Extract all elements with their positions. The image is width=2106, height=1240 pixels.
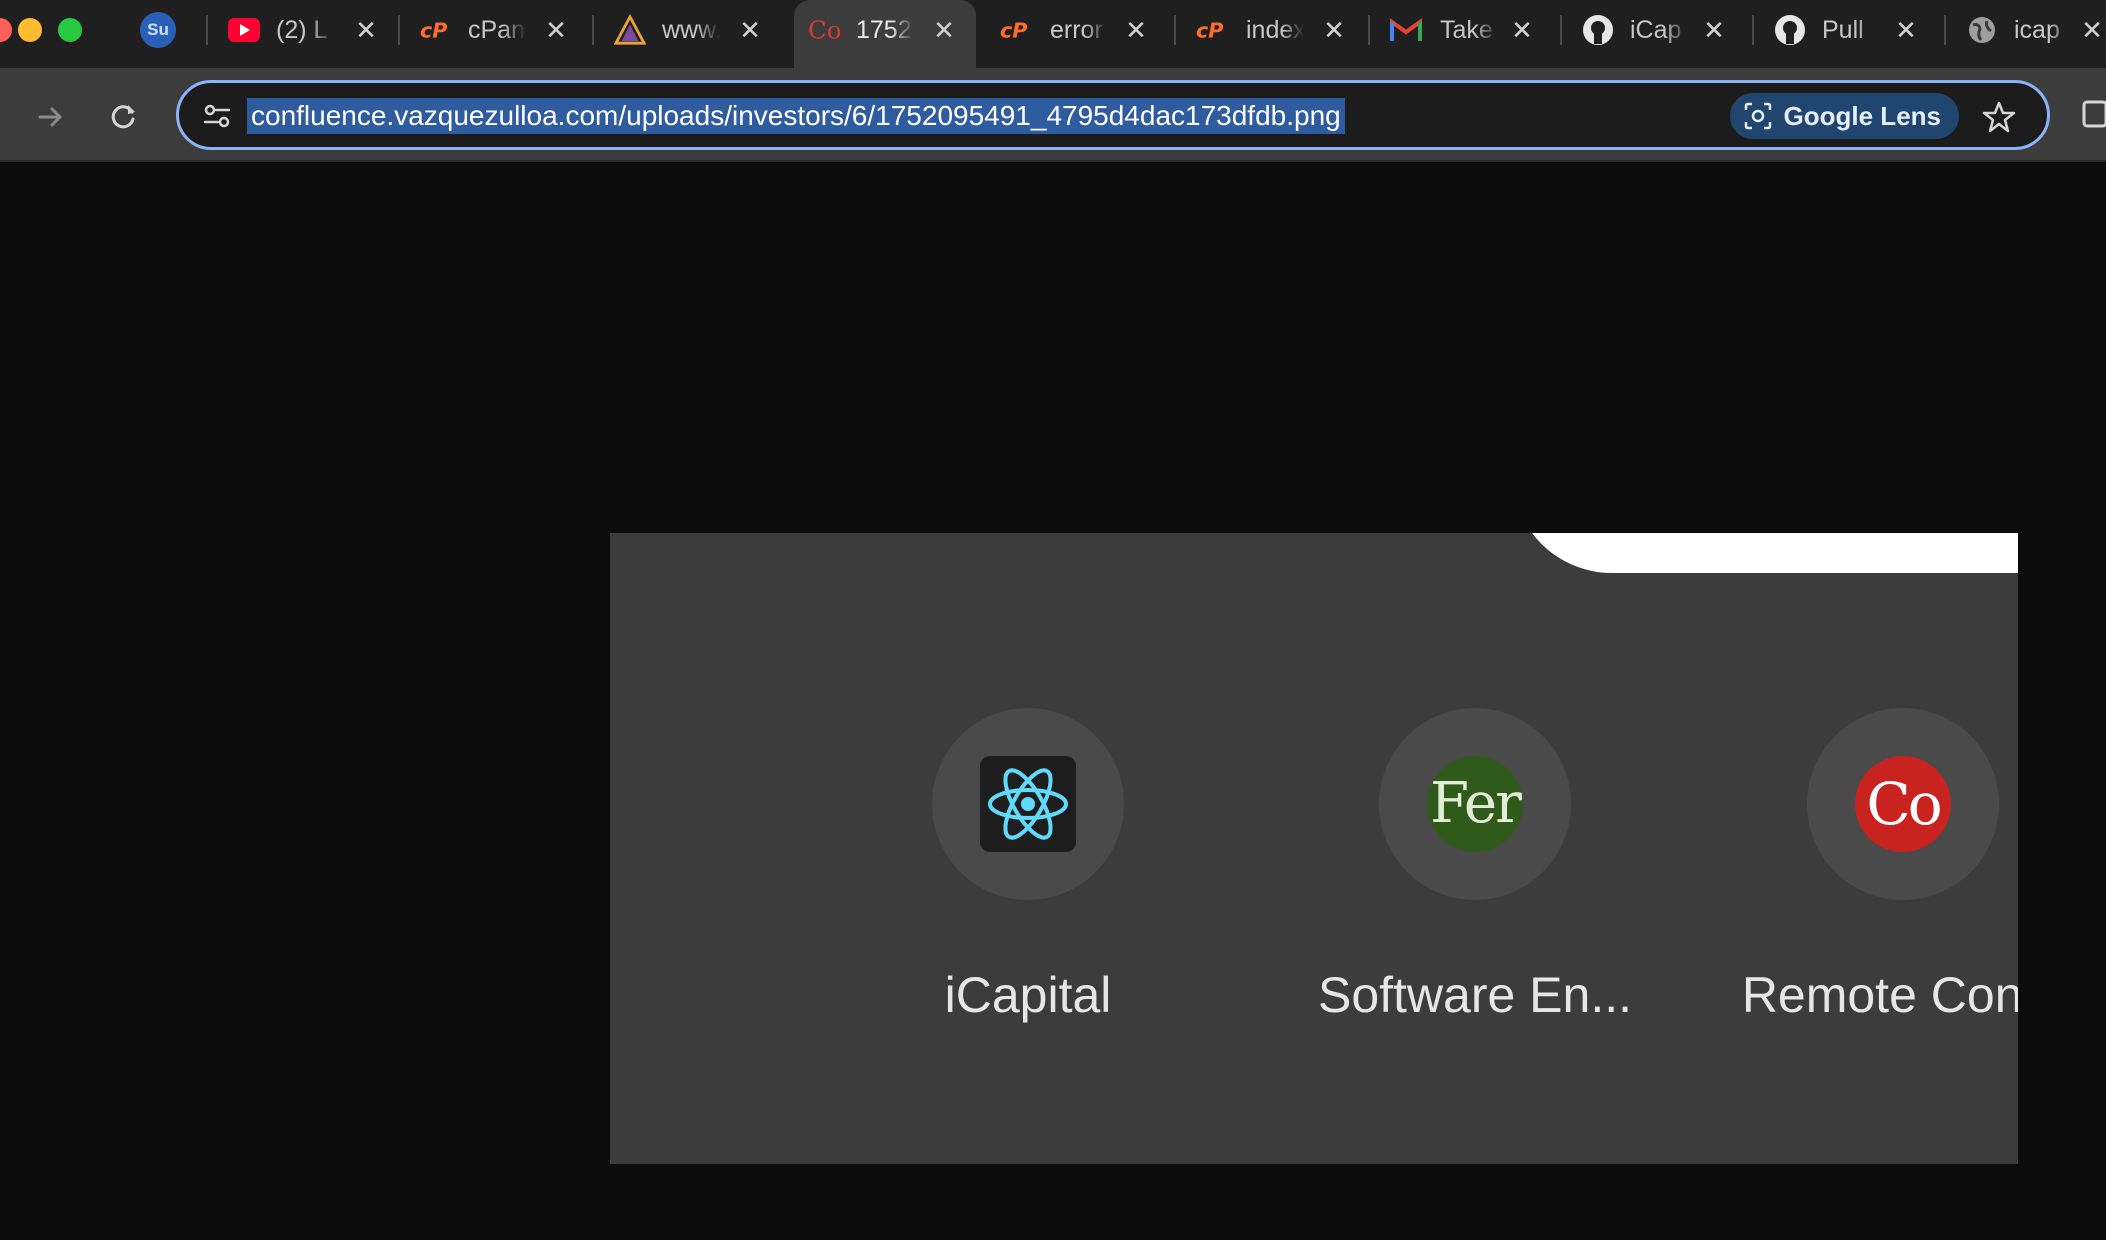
shortcut-icapital: iCapital [838,708,1218,1028]
tab-cpanel[interactable]: cP cPan ✕ [398,0,592,56]
youtube-icon [228,14,260,46]
tab-title: 1752 [856,16,912,44]
tab-title: iCap [1630,16,1682,44]
arrow-right-icon [38,107,62,127]
github-icon [1582,14,1614,46]
lens-camera-icon [1744,102,1771,130]
tab-close-icon[interactable]: ✕ [2076,14,2106,46]
globe-icon [1966,14,1998,46]
tab-close-icon[interactable]: ✕ [540,14,572,46]
shortcut-label: Remote Con... [1741,967,2018,1023]
puzzle-icon [2082,100,2106,128]
co-tile-text: Co [1855,756,1951,852]
shortcut-label: iCapital [944,967,1112,1023]
shortcut-label: Software En... [1317,967,1633,1023]
tab-separator [1368,15,1370,45]
tab-close-icon[interactable]: ✕ [734,14,766,46]
shortcut-remote-con: Co Remote Con... [1713,708,2018,1028]
tab-close-icon[interactable]: ✕ [1890,14,1922,46]
tab-title: Pull [1822,16,1864,44]
tab-error[interactable]: cP error ✕ [982,0,1176,56]
window-minimize-button[interactable] [18,18,42,42]
tab-title: icap [2014,16,2060,44]
tab-title: Take [1440,16,1493,44]
image-viewer: iCapital Fer Software En... Co Remote Co… [0,162,2106,1240]
extensions-button[interactable] [2082,94,2106,134]
image-search-box-fragment [1512,533,2018,573]
tab-close-icon[interactable]: ✕ [350,14,382,46]
tab-close-icon[interactable]: ✕ [1318,14,1350,46]
cpanel-icon: cP [1000,14,1032,46]
tab-separator [398,15,400,45]
tab-separator [592,15,594,45]
bookmark-button[interactable] [1979,97,2019,137]
fer-tile-icon: Fer [1427,756,1523,852]
tab-github-icap[interactable]: iCap ✕ [1560,0,1752,56]
shortcut-software-engineer: Fer Software En... [1285,708,1665,1028]
tab-github-pull[interactable]: Pull ✕ [1752,0,1944,56]
reload-button[interactable] [100,94,146,140]
tab-close-icon[interactable]: ✕ [1120,14,1152,46]
browser-window: Su (2) L ✕ cP cPan ✕ www. ✕ Co 1752 ✕ cP… [0,0,2106,1240]
address-bar[interactable]: confluence.vazquezulloa.com/uploads/inve… [176,80,2050,150]
tab-separator [1752,15,1754,45]
tab-separator [1560,15,1562,45]
svg-text:cP: cP [1196,19,1223,43]
cpanel-icon: cP [1196,14,1228,46]
displayed-image: iCapital Fer Software En... Co Remote Co… [610,533,2018,1164]
tab-title: www. [662,16,720,44]
tab-index[interactable]: cP index ✕ [1174,0,1368,56]
url-text[interactable]: confluence.vazquezulloa.com/uploads/inve… [247,98,1345,134]
co-favicon-icon: Co [808,14,840,46]
tab-title: cPan [468,16,525,44]
react-atom-icon [980,756,1076,852]
tab-gmail[interactable]: Take ✕ [1368,0,1560,56]
tab-strip: Su (2) L ✕ cP cPan ✕ www. ✕ Co 1752 ✕ cP… [0,0,2106,68]
reload-icon [111,105,135,129]
tab-close-icon[interactable]: ✕ [928,14,960,46]
tune-icon[interactable] [201,100,233,132]
cpanel-icon: cP [420,14,452,46]
tab-title: error [1050,16,1103,44]
forward-button[interactable] [28,94,74,140]
github-icon [1774,14,1806,46]
window-close-button[interactable] [0,18,12,42]
gmail-icon [1390,14,1422,46]
svg-text:Co: Co [808,15,840,44]
tab-globe-icap[interactable]: icap ✕ [1944,0,2106,56]
tab-title: (2) L [276,16,328,44]
browser-toolbar: confluence.vazquezulloa.com/uploads/inve… [0,68,2106,162]
window-zoom-button[interactable] [58,18,82,42]
tab-close-icon[interactable]: ✕ [1506,14,1538,46]
tab-title: index [1246,16,1304,44]
svg-text:cP: cP [420,19,447,43]
pinned-tab[interactable]: Su [140,12,176,48]
tab-active-image[interactable]: Co 1752 ✕ [794,0,976,68]
tab-close-icon[interactable]: ✕ [1698,14,1730,46]
tab-www[interactable]: www. ✕ [592,0,786,56]
tab-separator [1174,15,1176,45]
google-lens-button[interactable]: Google Lens [1729,93,1959,139]
tab-separator [206,15,208,45]
fer-tile-text: Fer [1427,756,1523,852]
tab-youtube[interactable]: (2) L ✕ [206,0,400,56]
su-favicon-icon: Su [147,20,169,39]
tab-separator [1944,15,1946,45]
co-tile-icon: Co [1855,756,1951,852]
svg-text:cP: cP [1000,19,1027,43]
www-triangle-icon [614,14,646,46]
google-lens-label: Google Lens [1783,100,1941,131]
star-icon [1982,101,2016,133]
